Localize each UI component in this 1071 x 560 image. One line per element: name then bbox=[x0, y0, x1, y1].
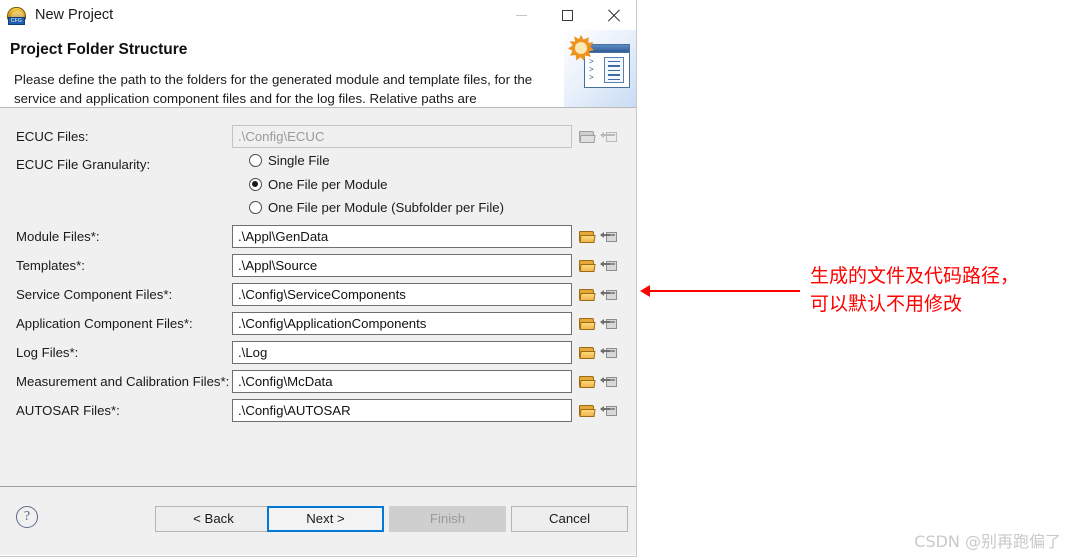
row-icons-measurement-calibration-files bbox=[579, 375, 617, 388]
variables-browse-icon[interactable] bbox=[600, 375, 617, 388]
cfg-dome-icon: CFG bbox=[7, 6, 26, 25]
radio-one-file-per-module-subfolder[interactable]: One File per Module (Subfolder per File) bbox=[249, 196, 504, 219]
input-module-files[interactable] bbox=[232, 224, 572, 248]
form-content: ECUC Files: ECUC File Granularity: Singl… bbox=[0, 108, 636, 487]
title-bar: CFG New Project bbox=[0, 0, 636, 30]
window-title: New Project bbox=[35, 7, 114, 23]
watermark: CSDN @别再跑偏了 bbox=[914, 532, 1061, 551]
radio-single-file[interactable]: Single File bbox=[249, 149, 330, 172]
label-service-component-files: Service Component Files*: bbox=[16, 286, 173, 302]
label-measurement-calibration-files: Measurement and Calibration Files*: bbox=[16, 373, 230, 389]
radio-mark-one-file-per-module-subfolder[interactable] bbox=[249, 201, 262, 214]
row-icons-service-component-files bbox=[579, 288, 617, 301]
folder-browse-icon[interactable] bbox=[579, 317, 596, 330]
annotation-arrow-line bbox=[648, 290, 800, 292]
radio-label-one-file-per-module: One File per Module bbox=[268, 177, 388, 192]
help-icon[interactable]: ? bbox=[16, 506, 38, 528]
input-measurement-calibration-files[interactable] bbox=[232, 369, 572, 393]
input-service-component-files[interactable] bbox=[232, 282, 572, 306]
input-log-files[interactable] bbox=[232, 340, 572, 364]
document-glyph bbox=[604, 57, 624, 83]
cancel-button[interactable]: Cancel bbox=[511, 506, 628, 532]
row-icons-module-files bbox=[579, 230, 617, 243]
form-row-measurement-calibration-files: Measurement and Calibration Files*: bbox=[0, 367, 637, 395]
label-application-component-files: Application Component Files*: bbox=[16, 315, 193, 331]
page-title: Project Folder Structure bbox=[10, 41, 188, 58]
form-row-application-component-files: Application Component Files*: bbox=[0, 309, 637, 337]
next-button[interactable]: Next > bbox=[267, 506, 384, 532]
variables-browse-icon[interactable] bbox=[600, 404, 617, 417]
radio-mark-single-file[interactable] bbox=[249, 154, 262, 167]
dialog-footer: ? < Back Next > Finish Cancel bbox=[0, 487, 636, 555]
window-controls bbox=[498, 0, 636, 30]
form-row-log-files: Log Files*: bbox=[0, 338, 637, 366]
radio-mark-one-file-per-module[interactable] bbox=[249, 178, 262, 191]
row-icons-templates bbox=[579, 259, 617, 272]
close-button[interactable] bbox=[590, 0, 636, 30]
radio-one-file-per-module[interactable]: One File per Module bbox=[249, 173, 387, 196]
variables-browse-icon[interactable] bbox=[600, 346, 617, 359]
maximize-button[interactable] bbox=[544, 0, 590, 30]
back-button[interactable]: < Back bbox=[155, 506, 272, 532]
radio-label-one-file-per-module-subfolder: One File per Module (Subfolder per File) bbox=[268, 200, 505, 215]
folder-browse-icon[interactable] bbox=[579, 288, 596, 301]
form-row-service-component-files: Service Component Files*: bbox=[0, 280, 637, 308]
input-templates[interactable] bbox=[232, 253, 572, 277]
variables-browse-icon[interactable] bbox=[600, 317, 617, 330]
input-application-component-files[interactable] bbox=[232, 311, 572, 335]
variables-browse-icon bbox=[600, 130, 617, 143]
label-ecuc-files: ECUC Files: bbox=[16, 128, 89, 144]
new-project-dialog: CFG New Project Project Folder Structure… bbox=[0, 0, 637, 557]
minimize-icon bbox=[515, 14, 527, 16]
label-autosar-files: AUTOSAR Files*: bbox=[16, 402, 120, 418]
row-icons-ecuc-files bbox=[579, 130, 617, 143]
wizard-header: Project Folder Structure Please define t… bbox=[0, 30, 636, 108]
variables-browse-icon[interactable] bbox=[600, 230, 617, 243]
row-icons-autosar-files bbox=[579, 404, 617, 417]
folder-browse-icon[interactable] bbox=[579, 404, 596, 417]
row-icons-application-component-files bbox=[579, 317, 617, 330]
form-row-ecuc-files: ECUC Files: bbox=[0, 122, 637, 150]
label-ecuc-file-granularity: ECUC File Granularity: bbox=[16, 156, 151, 172]
annotation-text: 生成的文件及代码路径， 可以默认不用修改 bbox=[810, 265, 1020, 315]
radio-label-single-file: Single File bbox=[268, 153, 330, 168]
wizard-window-icon: > > > bbox=[564, 30, 636, 107]
input-autosar-files[interactable] bbox=[232, 398, 572, 422]
folder-browse-icon[interactable] bbox=[579, 375, 596, 388]
folder-browse-icon bbox=[579, 130, 596, 143]
maximize-icon bbox=[561, 9, 573, 21]
variables-browse-icon[interactable] bbox=[600, 288, 617, 301]
folder-browse-icon[interactable] bbox=[579, 346, 596, 359]
folder-browse-icon[interactable] bbox=[579, 259, 596, 272]
variables-browse-icon[interactable] bbox=[600, 259, 617, 272]
chevron-list-icon: > > > bbox=[589, 57, 594, 82]
page-description: Please define the path to the folders fo… bbox=[14, 72, 533, 106]
label-templates: Templates*: bbox=[16, 257, 85, 273]
finish-button: Finish bbox=[389, 506, 506, 532]
label-log-files: Log Files*: bbox=[16, 344, 79, 360]
label-module-files: Module Files*: bbox=[16, 228, 100, 244]
row-icons-log-files bbox=[579, 346, 617, 359]
input-ecuc-files bbox=[232, 124, 572, 148]
form-row-autosar-files: AUTOSAR Files*: bbox=[0, 396, 637, 424]
form-row-module-files: Module Files*: bbox=[0, 222, 637, 250]
cfg-badge: CFG bbox=[8, 16, 25, 25]
folder-browse-icon[interactable] bbox=[579, 230, 596, 243]
form-row-templates: Templates*: bbox=[0, 251, 637, 279]
minimize-button[interactable] bbox=[498, 0, 544, 30]
close-icon bbox=[607, 9, 620, 22]
